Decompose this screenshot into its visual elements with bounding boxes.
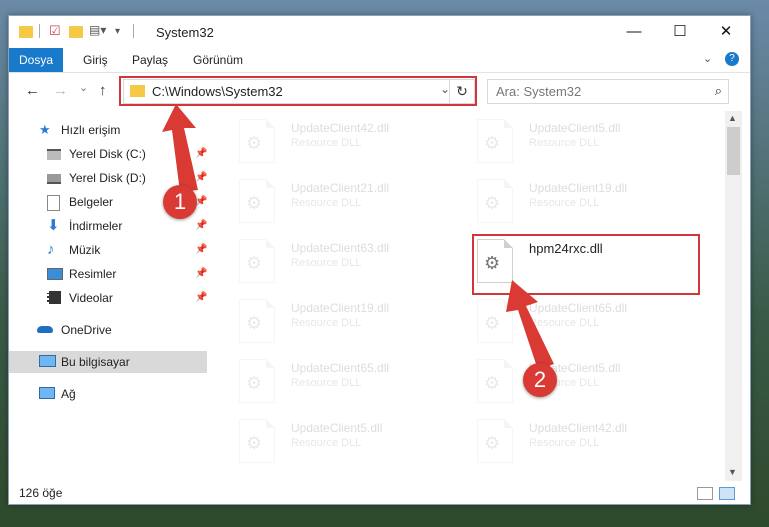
arrow-2-icon xyxy=(506,280,554,370)
annotation-arrows xyxy=(162,104,554,370)
arrow-1-icon xyxy=(162,104,198,192)
step-badge-1: 1 xyxy=(163,185,197,219)
step-badge-2: 2 xyxy=(523,363,557,397)
